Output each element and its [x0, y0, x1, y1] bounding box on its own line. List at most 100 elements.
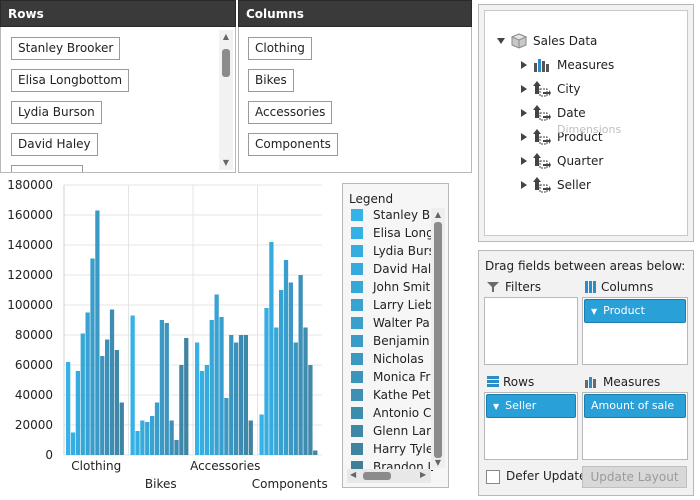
- legend-swatch: [351, 443, 363, 455]
- chart-bar: [75, 371, 81, 455]
- measures-area[interactable]: Amount of sale: [582, 392, 688, 460]
- legend-item: Larry Lieb: [351, 296, 433, 314]
- filters-area[interactable]: [484, 297, 578, 365]
- tree-item-label: Seller: [557, 178, 591, 192]
- rows-scrollbar[interactable]: ▲ ▼: [219, 30, 233, 170]
- tree-item-label: City: [557, 82, 581, 96]
- chart-bar: [303, 327, 308, 455]
- column-chip[interactable]: Accessories: [248, 101, 333, 124]
- field-tree: Sales Data Measures City Date Product Quarte…: [484, 10, 688, 236]
- legend-hscroll-thumb[interactable]: [363, 472, 391, 480]
- chart-bar: [179, 365, 184, 455]
- collapsed-arrow-icon[interactable]: [521, 109, 527, 117]
- chart-bar: [234, 342, 239, 455]
- y-tick-label: 40000: [15, 388, 53, 402]
- update-layout-button[interactable]: Update Layout: [582, 466, 687, 488]
- legend-label: Larry Lieb: [373, 298, 433, 312]
- collapsed-arrow-icon[interactable]: [521, 85, 527, 93]
- legend-label: Glenn Lar: [373, 424, 432, 438]
- amount-of-sale-field-chip[interactable]: Amount of sale: [584, 394, 686, 418]
- chart-bar: [248, 420, 253, 455]
- chart-bar: [204, 365, 210, 455]
- chart-bar: [288, 282, 294, 455]
- row-chip-partial[interactable]: [11, 165, 83, 172]
- seller-field-label: Seller: [505, 399, 537, 412]
- column-chip[interactable]: Components: [248, 133, 338, 156]
- chart-bar: [293, 342, 298, 455]
- chart-bar: [209, 320, 214, 455]
- rows-icon: [487, 376, 499, 387]
- dimension-icon: [533, 81, 551, 97]
- x-tick-label: Clothing: [71, 459, 121, 473]
- expanded-arrow-icon[interactable]: [497, 38, 505, 44]
- legend-scroll-thumb[interactable]: [434, 222, 442, 458]
- chart-bar: [114, 350, 120, 455]
- legend-label: Kathe Pet: [373, 388, 431, 402]
- rows-area[interactable]: ▼ Seller: [484, 392, 578, 460]
- scroll-left-icon[interactable]: ◀: [350, 470, 356, 479]
- chart-bar: [164, 323, 169, 455]
- legend-swatch: [351, 389, 363, 401]
- legend-swatch: [351, 281, 363, 293]
- row-chip[interactable]: Elisa Longbottom: [11, 69, 130, 92]
- scroll-up-icon[interactable]: ▲: [431, 210, 445, 220]
- chart-bar: [174, 440, 179, 455]
- chart-bar: [80, 333, 85, 455]
- collapsed-arrow-icon[interactable]: [521, 61, 527, 69]
- filter-icon[interactable]: ▼: [493, 402, 499, 411]
- chart-bar: [279, 290, 284, 455]
- tree-root-label: Sales Data: [533, 34, 598, 48]
- legend-hscrollbar[interactable]: ◀ ▶: [347, 469, 431, 483]
- collapsed-arrow-icon[interactable]: [521, 157, 527, 165]
- legend-item: Glenn Lar: [351, 422, 433, 440]
- scroll-up-icon[interactable]: ▲: [219, 32, 233, 42]
- filters-label: Filters: [505, 280, 541, 294]
- product-field-label: Product: [603, 304, 645, 317]
- legend-label: Antonio C: [373, 406, 432, 420]
- legend-item: Stanley Br: [351, 206, 433, 224]
- chart-bar: [130, 315, 135, 455]
- rows-panel-header: Rows: [0, 0, 236, 27]
- dimension-icon: [533, 129, 551, 145]
- row-chip[interactable]: David Haley: [11, 133, 98, 156]
- dimension-icon: [533, 153, 551, 169]
- chart-bar: [145, 422, 150, 455]
- legend-swatch: [351, 317, 363, 329]
- legend-swatch: [351, 227, 363, 239]
- column-chip[interactable]: Clothing: [248, 37, 312, 60]
- row-chip[interactable]: Stanley Brooker: [11, 37, 121, 60]
- chart-bar: [150, 416, 155, 455]
- columns-area[interactable]: ▼ Product: [582, 297, 688, 365]
- cube-icon: [511, 33, 527, 49]
- chart-bar: [229, 335, 234, 455]
- chart-bar: [85, 312, 90, 455]
- row-chip[interactable]: Lydia Burson: [11, 101, 102, 124]
- legend-item: Walter Pa: [351, 314, 433, 332]
- rows-scroll-thumb[interactable]: [222, 49, 230, 77]
- legend-item: Kathe Pet: [351, 386, 433, 404]
- chart-bar: [214, 294, 219, 455]
- scroll-down-icon[interactable]: ▼: [431, 458, 445, 468]
- x-tick-label: Bikes: [145, 477, 177, 491]
- y-tick-label: 180000: [7, 178, 53, 192]
- legend-swatch: [351, 425, 363, 437]
- product-field-chip[interactable]: ▼ Product: [584, 299, 686, 323]
- legend-item: John Smit: [351, 278, 433, 296]
- chart-bar: [259, 414, 264, 455]
- scroll-right-icon[interactable]: ▶: [420, 470, 426, 479]
- legend-label: David Hal: [373, 262, 432, 276]
- chart-bar: [264, 308, 269, 455]
- seller-field-chip[interactable]: ▼ Seller: [486, 394, 576, 418]
- defer-update-checkbox[interactable]: [486, 470, 500, 484]
- tree-item-label: Date: [557, 106, 586, 120]
- column-chip[interactable]: Bikes: [248, 69, 294, 92]
- dimension-icon: [533, 105, 551, 121]
- collapsed-arrow-icon[interactable]: [521, 133, 527, 141]
- y-tick-label: 100000: [7, 298, 53, 312]
- collapsed-arrow-icon[interactable]: [521, 181, 527, 189]
- filter-icon[interactable]: ▼: [591, 307, 597, 316]
- chart-bar: [159, 320, 165, 455]
- chart-bar: [308, 365, 313, 455]
- legend-scrollbar[interactable]: ▲ ▼: [431, 208, 445, 468]
- scroll-down-icon[interactable]: ▼: [219, 158, 233, 168]
